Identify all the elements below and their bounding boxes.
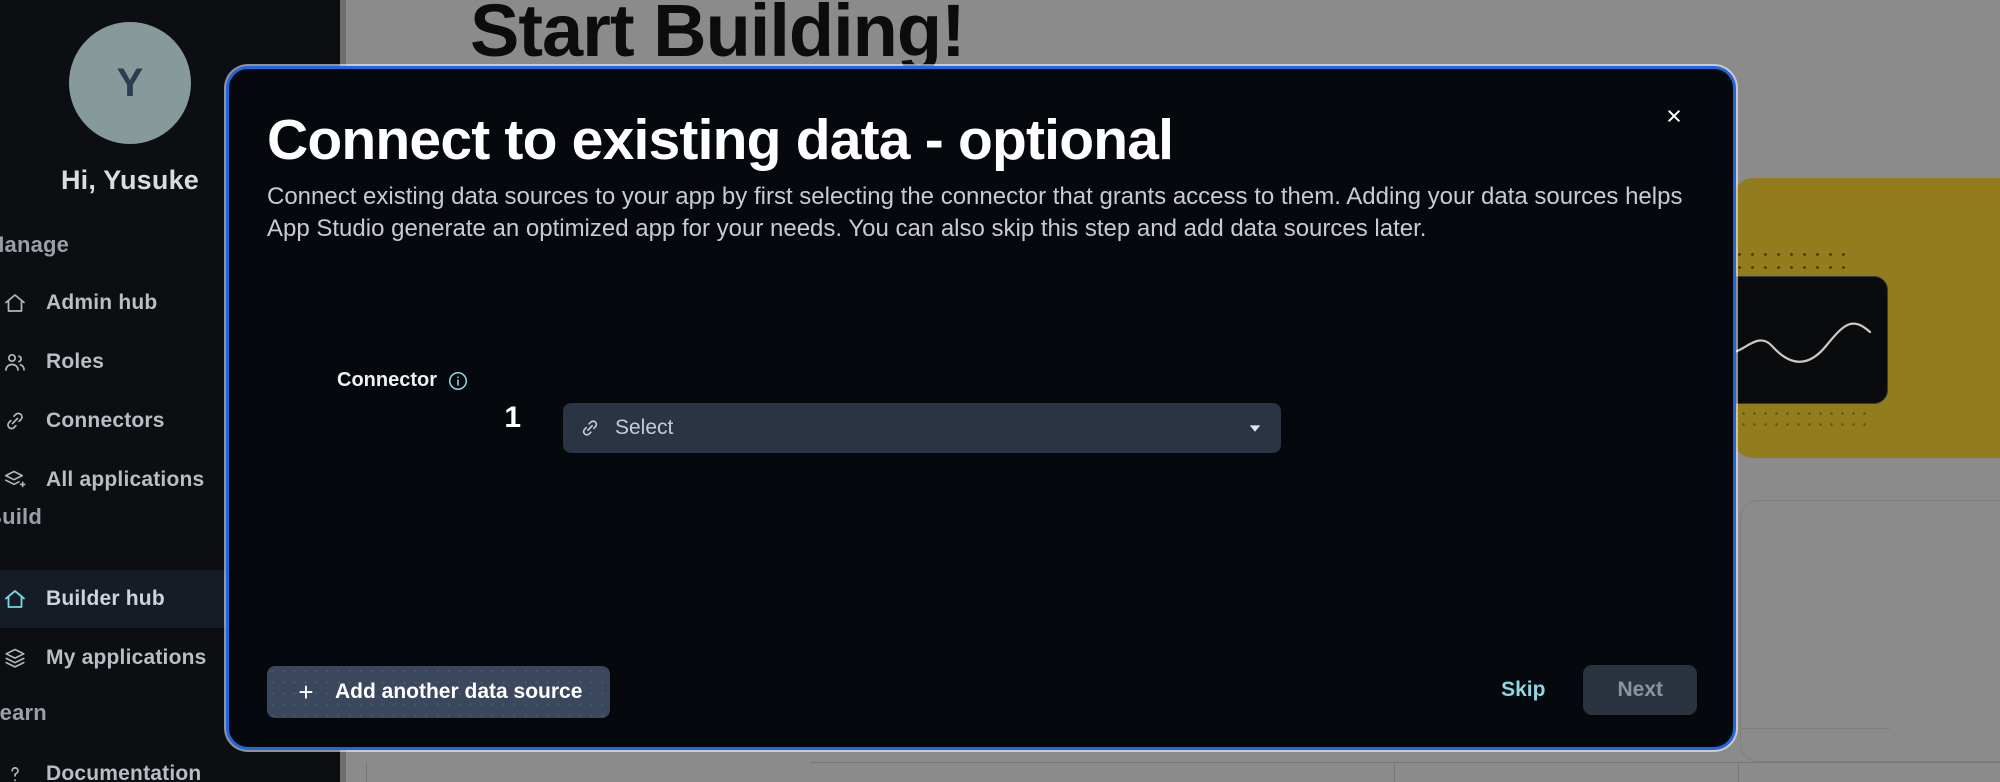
sidebar-item-label: Builder hub [46, 587, 165, 610]
modal-title: Connect to existing data - optional [267, 108, 1174, 172]
sidebar-item-label: All applications [46, 468, 205, 491]
sidebar-item-label: Documentation [46, 762, 202, 782]
avatar-container: Y [0, 22, 260, 144]
feature-card-gold [1732, 178, 2000, 458]
avatar: Y [69, 22, 191, 144]
home-icon [2, 586, 28, 612]
connect-data-modal: × Connect to existing data - optional Co… [226, 66, 1736, 750]
sidebar-section-build: Build [0, 504, 42, 529]
connector-select-value: Select [615, 416, 674, 439]
question-icon [2, 761, 28, 782]
sidebar-item-label: My applications [46, 646, 207, 669]
placeholder-tick-2 [1738, 762, 1739, 782]
close-icon[interactable]: × [1651, 93, 1697, 139]
sidebar-item-label: Roles [46, 350, 105, 373]
sidebar-section-learn: Learn [0, 700, 47, 725]
layers-icon [2, 645, 28, 671]
placeholder-card-line [1740, 728, 1890, 729]
skip-button[interactable]: Skip [1497, 670, 1549, 710]
sidebar-section-manage: Manage [0, 232, 70, 257]
card-inner-panel [1732, 276, 1888, 404]
page-title: Start Building! [470, 0, 966, 72]
modal-footer-actions: Skip Next [1497, 665, 1697, 715]
add-another-data-source-label: Add another data source [335, 680, 583, 703]
user-greeting: Hi, Yusuke [60, 165, 200, 195]
dot-pattern-bottom [1732, 408, 1874, 434]
home-icon [2, 290, 28, 316]
placeholder-row-divider [810, 762, 2000, 763]
info-icon[interactable] [447, 370, 469, 392]
chevron-down-icon [1245, 418, 1265, 438]
next-button[interactable]: Next [1583, 665, 1697, 715]
sidebar-item-label: Admin hub [46, 291, 158, 314]
layers-plus-icon [2, 467, 28, 493]
placeholder-tick-3 [366, 762, 367, 782]
connector-field-label-group: Connector [337, 369, 469, 392]
connector-field-label: Connector [337, 369, 437, 391]
link-icon [2, 408, 28, 434]
sidebar-item-documentation[interactable]: Documentation [0, 745, 340, 782]
users-icon [2, 349, 28, 375]
plus-icon: + [298, 677, 314, 707]
placeholder-card [1740, 500, 2000, 762]
dot-pattern-top [1732, 248, 1854, 278]
placeholder-tick-1 [1394, 762, 1395, 782]
data-source-row-index: 1 [504, 401, 521, 434]
connector-select[interactable]: Select [563, 403, 1281, 453]
link-icon [579, 417, 601, 439]
app-root: Start Building! Y Hi, Yusuke Manage [0, 0, 2000, 782]
modal-description: Connect existing data sources to your ap… [267, 183, 1683, 242]
sidebar-item-label: Connectors [46, 409, 165, 432]
add-another-data-source-button[interactable]: + Add another data source [267, 666, 611, 718]
